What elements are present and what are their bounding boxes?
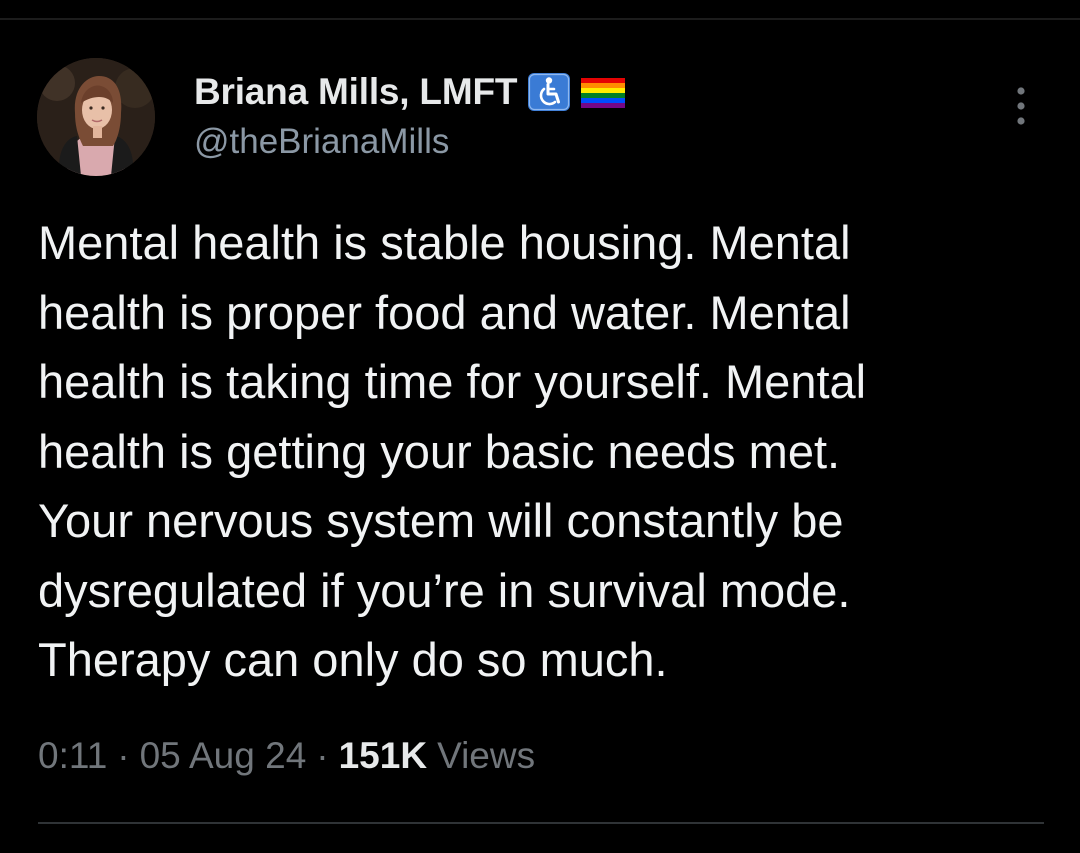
post-date[interactable]: 05 Aug 24 xyxy=(140,735,307,777)
user-handle[interactable]: @theBrianaMills xyxy=(194,122,449,162)
meta-separator: · xyxy=(316,735,329,776)
views-label: Views xyxy=(437,735,536,776)
views-count[interactable]: 151K xyxy=(339,735,427,777)
author-line: Briana Mills, LMFT xyxy=(194,68,626,116)
avatar-photo xyxy=(37,58,155,176)
meta-separator: · xyxy=(117,735,130,776)
bottom-divider xyxy=(38,822,1044,824)
tweet-metadata: 0:11 · 05 Aug 24 · 151K Views xyxy=(38,735,535,777)
rainbow-flag-icon xyxy=(581,72,626,112)
post-time[interactable]: 0:11 xyxy=(38,735,107,777)
top-divider xyxy=(0,18,1080,20)
wheelchair-symbol-icon xyxy=(527,72,571,112)
tweet-text: Mental health is stable housing. Mental … xyxy=(38,216,867,686)
more-options-icon[interactable] xyxy=(1006,84,1036,128)
display-name[interactable]: Briana Mills, LMFT xyxy=(194,71,517,113)
avatar[interactable] xyxy=(37,58,155,176)
